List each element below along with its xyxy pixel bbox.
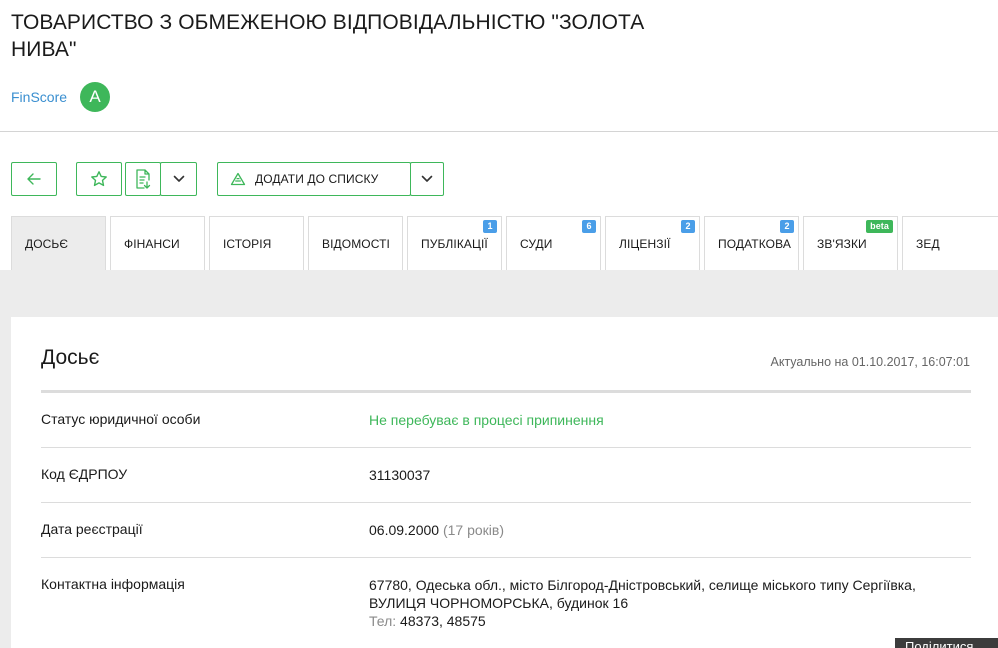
info-row-contacts: Контактна інформація 67780, Одеська обл.…	[41, 558, 971, 648]
phone-label: Тел:	[369, 613, 397, 629]
phone-numbers: 48373, 48575	[400, 613, 486, 629]
tab-publications[interactable]: ПУБЛІКАЦІЇ 1	[407, 216, 502, 271]
tab-label: ІСТОРІЯ	[223, 237, 272, 251]
export-button[interactable]	[125, 162, 161, 196]
field-label: Статус юридичної особи	[41, 411, 201, 427]
count-badge: 2	[681, 220, 695, 233]
chevron-down-icon	[173, 175, 184, 182]
tab-label: ВІДОМОСТІ	[322, 237, 390, 251]
field-label: Код ЄДРПОУ	[41, 466, 128, 482]
tab-label: ДОСЬЄ	[25, 237, 69, 251]
header-divider	[0, 131, 998, 132]
tab-label: ФІНАНСИ	[124, 237, 180, 251]
address-line: 67780, Одеська обл., місто Білгород-Дніс…	[369, 577, 916, 593]
tab-dossier[interactable]: ДОСЬЄ	[11, 216, 106, 271]
info-row-registration: Дата реєстрації 06.09.2000 (17 років)	[41, 503, 971, 558]
registration-date: 06.09.2000	[369, 522, 440, 538]
count-badge: 6	[582, 220, 596, 233]
count-badge: 1	[483, 220, 497, 233]
add-to-list-label: ДОДАТИ ДО СПИСКУ	[255, 172, 379, 186]
add-to-list-dropdown-button[interactable]	[410, 162, 444, 196]
share-widget[interactable]: Поділитися	[895, 638, 998, 648]
add-to-list-button[interactable]: ДОДАТИ ДО СПИСКУ	[217, 162, 411, 196]
tab-history[interactable]: ІСТОРІЯ	[209, 216, 304, 271]
document-export-icon	[136, 169, 151, 189]
tab-label: ЛІЦЕНЗІЇ	[619, 237, 671, 251]
updated-timestamp: Актуально на 01.10.2017, 16:07:01	[770, 355, 971, 369]
finscore-link[interactable]: FinScore	[11, 89, 67, 105]
tab-finance[interactable]: ФІНАНСИ	[110, 216, 205, 271]
star-icon	[91, 171, 107, 187]
export-dropdown-button[interactable]	[160, 162, 197, 196]
phone-line: Тел: 48373, 48575	[369, 612, 916, 630]
back-button[interactable]	[11, 162, 57, 196]
field-label: Контактна інформація	[41, 576, 185, 592]
tab-connections[interactable]: ЗВ'ЯЗКИ beta	[803, 216, 898, 271]
list-add-icon	[230, 172, 246, 186]
chevron-down-icon	[421, 175, 433, 182]
dossier-card: Досьє Актуально на 01.10.2017, 16:07:01 …	[11, 317, 998, 648]
tab-courts[interactable]: СУДИ 6	[506, 216, 601, 271]
tab-label: ПОДАТКОВА	[718, 237, 791, 251]
finscore: FinScore A	[11, 82, 111, 112]
edrpou-value: 31130037	[369, 467, 431, 483]
finscore-grade-badge[interactable]: A	[80, 82, 111, 112]
info-row-edrpou: Код ЄДРПОУ 31130037	[41, 448, 971, 503]
favorite-button[interactable]	[76, 162, 122, 196]
beta-badge: beta	[866, 220, 893, 233]
tab-foreign-trade[interactable]: ЗЕД	[902, 216, 998, 271]
registration-value: 06.09.2000 (17 років)	[369, 521, 504, 539]
address-line: ВУЛИЦЯ ЧОРНОМОРСЬКА, будинок 16	[369, 595, 629, 611]
company-age: (17 років)	[442, 522, 504, 538]
tab-label: ЗВ'ЯЗКИ	[817, 237, 867, 251]
arrow-left-icon	[27, 173, 41, 185]
status-value: Не перебуває в процесі припинення	[369, 412, 604, 428]
tab-label: ЗЕД	[916, 237, 940, 251]
tab-tax[interactable]: ПОДАТКОВА 2	[704, 216, 799, 271]
tab-label: ПУБЛІКАЦІЇ	[421, 237, 488, 251]
tab-records[interactable]: ВІДОМОСТІ	[308, 216, 403, 271]
contact-value: 67780, Одеська обл., місто Білгород-Дніс…	[369, 576, 916, 630]
count-badge: 2	[780, 220, 794, 233]
section-title: Досьє	[41, 346, 100, 369]
tab-label: СУДИ	[520, 237, 553, 251]
tab-licenses[interactable]: ЛІЦЕНЗІЇ 2	[605, 216, 700, 271]
info-row-status: Статус юридичної особи Не перебуває в пр…	[41, 393, 971, 448]
field-label: Дата реєстрації	[41, 521, 143, 537]
tab-bar: ДОСЬЄ ФІНАНСИ ІСТОРІЯ ВІДОМОСТІ ПУБЛІКАЦ…	[11, 216, 998, 271]
company-title: ТОВАРИСТВО З ОБМЕЖЕНОЮ ВІДПОВІДАЛЬНІСТЮ …	[11, 11, 645, 61]
